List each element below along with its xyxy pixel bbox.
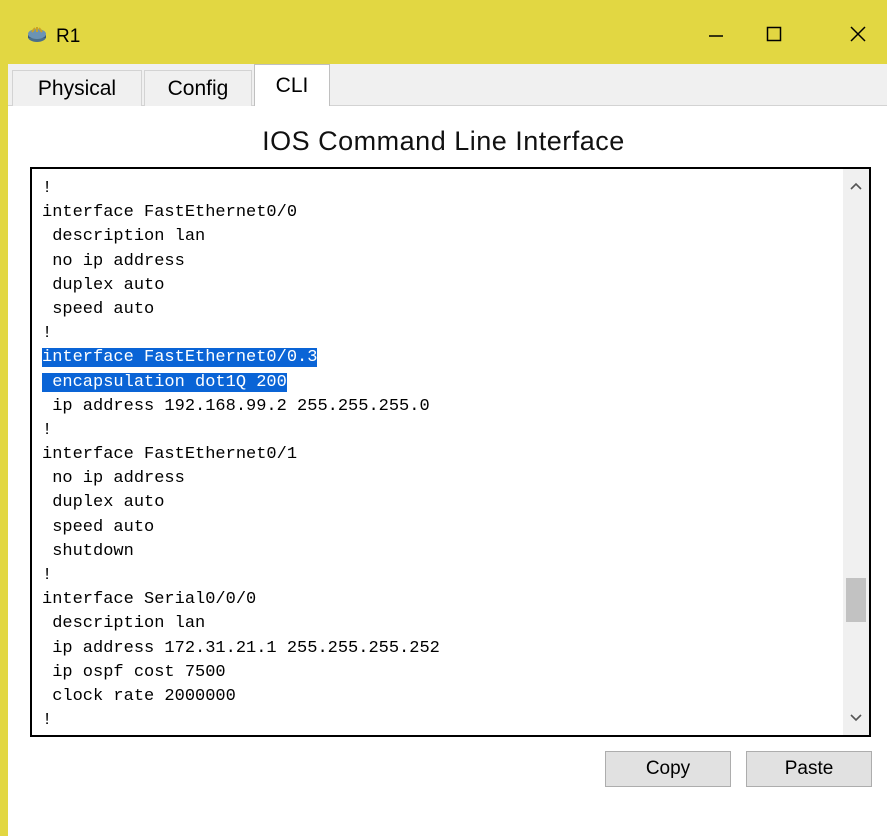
window-title: R1 bbox=[56, 26, 81, 47]
line-text: ip ospf cost 7500 bbox=[42, 662, 226, 682]
line-text: description lan bbox=[42, 614, 206, 634]
line-text: interface FastEthernet0/0 bbox=[42, 203, 298, 223]
window-left-border bbox=[0, 64, 8, 836]
close-icon bbox=[849, 25, 867, 48]
router-icon bbox=[26, 26, 48, 44]
tab-cli[interactable]: CLI bbox=[254, 64, 330, 107]
minimize-icon bbox=[707, 25, 725, 48]
terminal-line: ip ospf cost 7500 bbox=[42, 661, 842, 685]
title-bar: R1 bbox=[0, 0, 887, 64]
copy-button[interactable]: Copy bbox=[605, 751, 731, 787]
terminal-line: ! bbox=[42, 322, 842, 346]
selected-text: interface FastEthernet0/0.3 bbox=[42, 348, 318, 368]
terminal-line: interface FastEthernet0/0.3 bbox=[42, 346, 842, 370]
terminal-line: ! bbox=[42, 419, 842, 443]
terminal-line: interface FastEthernet0/1 bbox=[42, 443, 842, 467]
tab-physical[interactable]: Physical bbox=[12, 70, 142, 106]
terminal-line: speed auto bbox=[42, 298, 842, 322]
line-text: speed auto bbox=[42, 299, 155, 319]
page-heading: IOS Command Line Interface bbox=[262, 126, 625, 156]
terminal-line: ip address 192.168.99.2 255.255.255.0 bbox=[42, 395, 842, 419]
terminal-line: interface FastEthernet0/0 bbox=[42, 201, 842, 225]
line-text: ! bbox=[42, 179, 53, 198]
minimize-button[interactable] bbox=[688, 14, 744, 58]
terminal-line: interface Serial0/0/0 bbox=[42, 588, 842, 612]
scroll-thumb[interactable] bbox=[846, 578, 866, 622]
cli-terminal[interactable]: ! interface FastEthernet0/0 description l… bbox=[30, 167, 871, 737]
terminal-line: description lan bbox=[42, 225, 842, 249]
scroll-up-button[interactable] bbox=[843, 173, 869, 199]
line-text: ip address 192.168.99.2 255.255.255.0 bbox=[42, 396, 430, 416]
line-text: clock rate 2000000 bbox=[42, 686, 236, 706]
terminal-line: ! bbox=[42, 177, 842, 201]
maximize-button[interactable] bbox=[746, 14, 802, 58]
terminal-line: no ip address bbox=[42, 467, 842, 491]
terminal-line: ! bbox=[42, 709, 842, 733]
selected-text: encapsulation dot1Q 200 bbox=[42, 372, 287, 392]
maximize-icon bbox=[765, 25, 783, 48]
line-text: no ip address bbox=[42, 251, 185, 271]
terminal-line: description lan bbox=[42, 612, 842, 636]
line-text: ! bbox=[42, 566, 53, 585]
line-text: ip address 172.31.21.1 255.255.255.252 bbox=[42, 638, 440, 658]
line-text: description lan bbox=[42, 227, 206, 247]
terminal-line: ip address 172.31.21.1 255.255.255.252 bbox=[42, 637, 842, 661]
terminal-line: speed auto bbox=[42, 516, 842, 540]
line-text: ! bbox=[42, 711, 53, 731]
terminal-line: shutdown bbox=[42, 540, 842, 564]
line-text: interface Serial0/0/0 bbox=[42, 590, 257, 610]
terminal-line: ! bbox=[42, 564, 842, 588]
terminal-line: duplex auto bbox=[42, 274, 842, 298]
line-text: interface FastEthernet0/1 bbox=[42, 445, 298, 465]
terminal-output[interactable]: ! interface FastEthernet0/0 description l… bbox=[42, 177, 842, 733]
chevron-down-icon bbox=[850, 709, 862, 727]
line-text: speed auto bbox=[42, 517, 155, 537]
terminal-line: clock rate 2000000 bbox=[42, 685, 842, 709]
line-text: ! bbox=[42, 420, 53, 440]
terminal-line: no ip address bbox=[42, 250, 842, 274]
terminal-line: duplex auto bbox=[42, 491, 842, 515]
chevron-up-icon bbox=[850, 177, 862, 195]
line-text: shutdown bbox=[42, 541, 134, 561]
tab-config[interactable]: Config bbox=[144, 70, 252, 106]
line-text: no ip address bbox=[42, 469, 185, 489]
line-text: ! bbox=[42, 324, 53, 344]
paste-button[interactable]: Paste bbox=[746, 751, 872, 787]
terminal-line: encapsulation dot1Q 200 bbox=[42, 371, 842, 395]
line-text: duplex auto bbox=[42, 493, 165, 513]
line-text: duplex auto bbox=[42, 275, 165, 295]
scroll-down-button[interactable] bbox=[843, 705, 869, 731]
close-button[interactable] bbox=[830, 14, 886, 58]
terminal-scrollbar[interactable] bbox=[843, 169, 869, 735]
